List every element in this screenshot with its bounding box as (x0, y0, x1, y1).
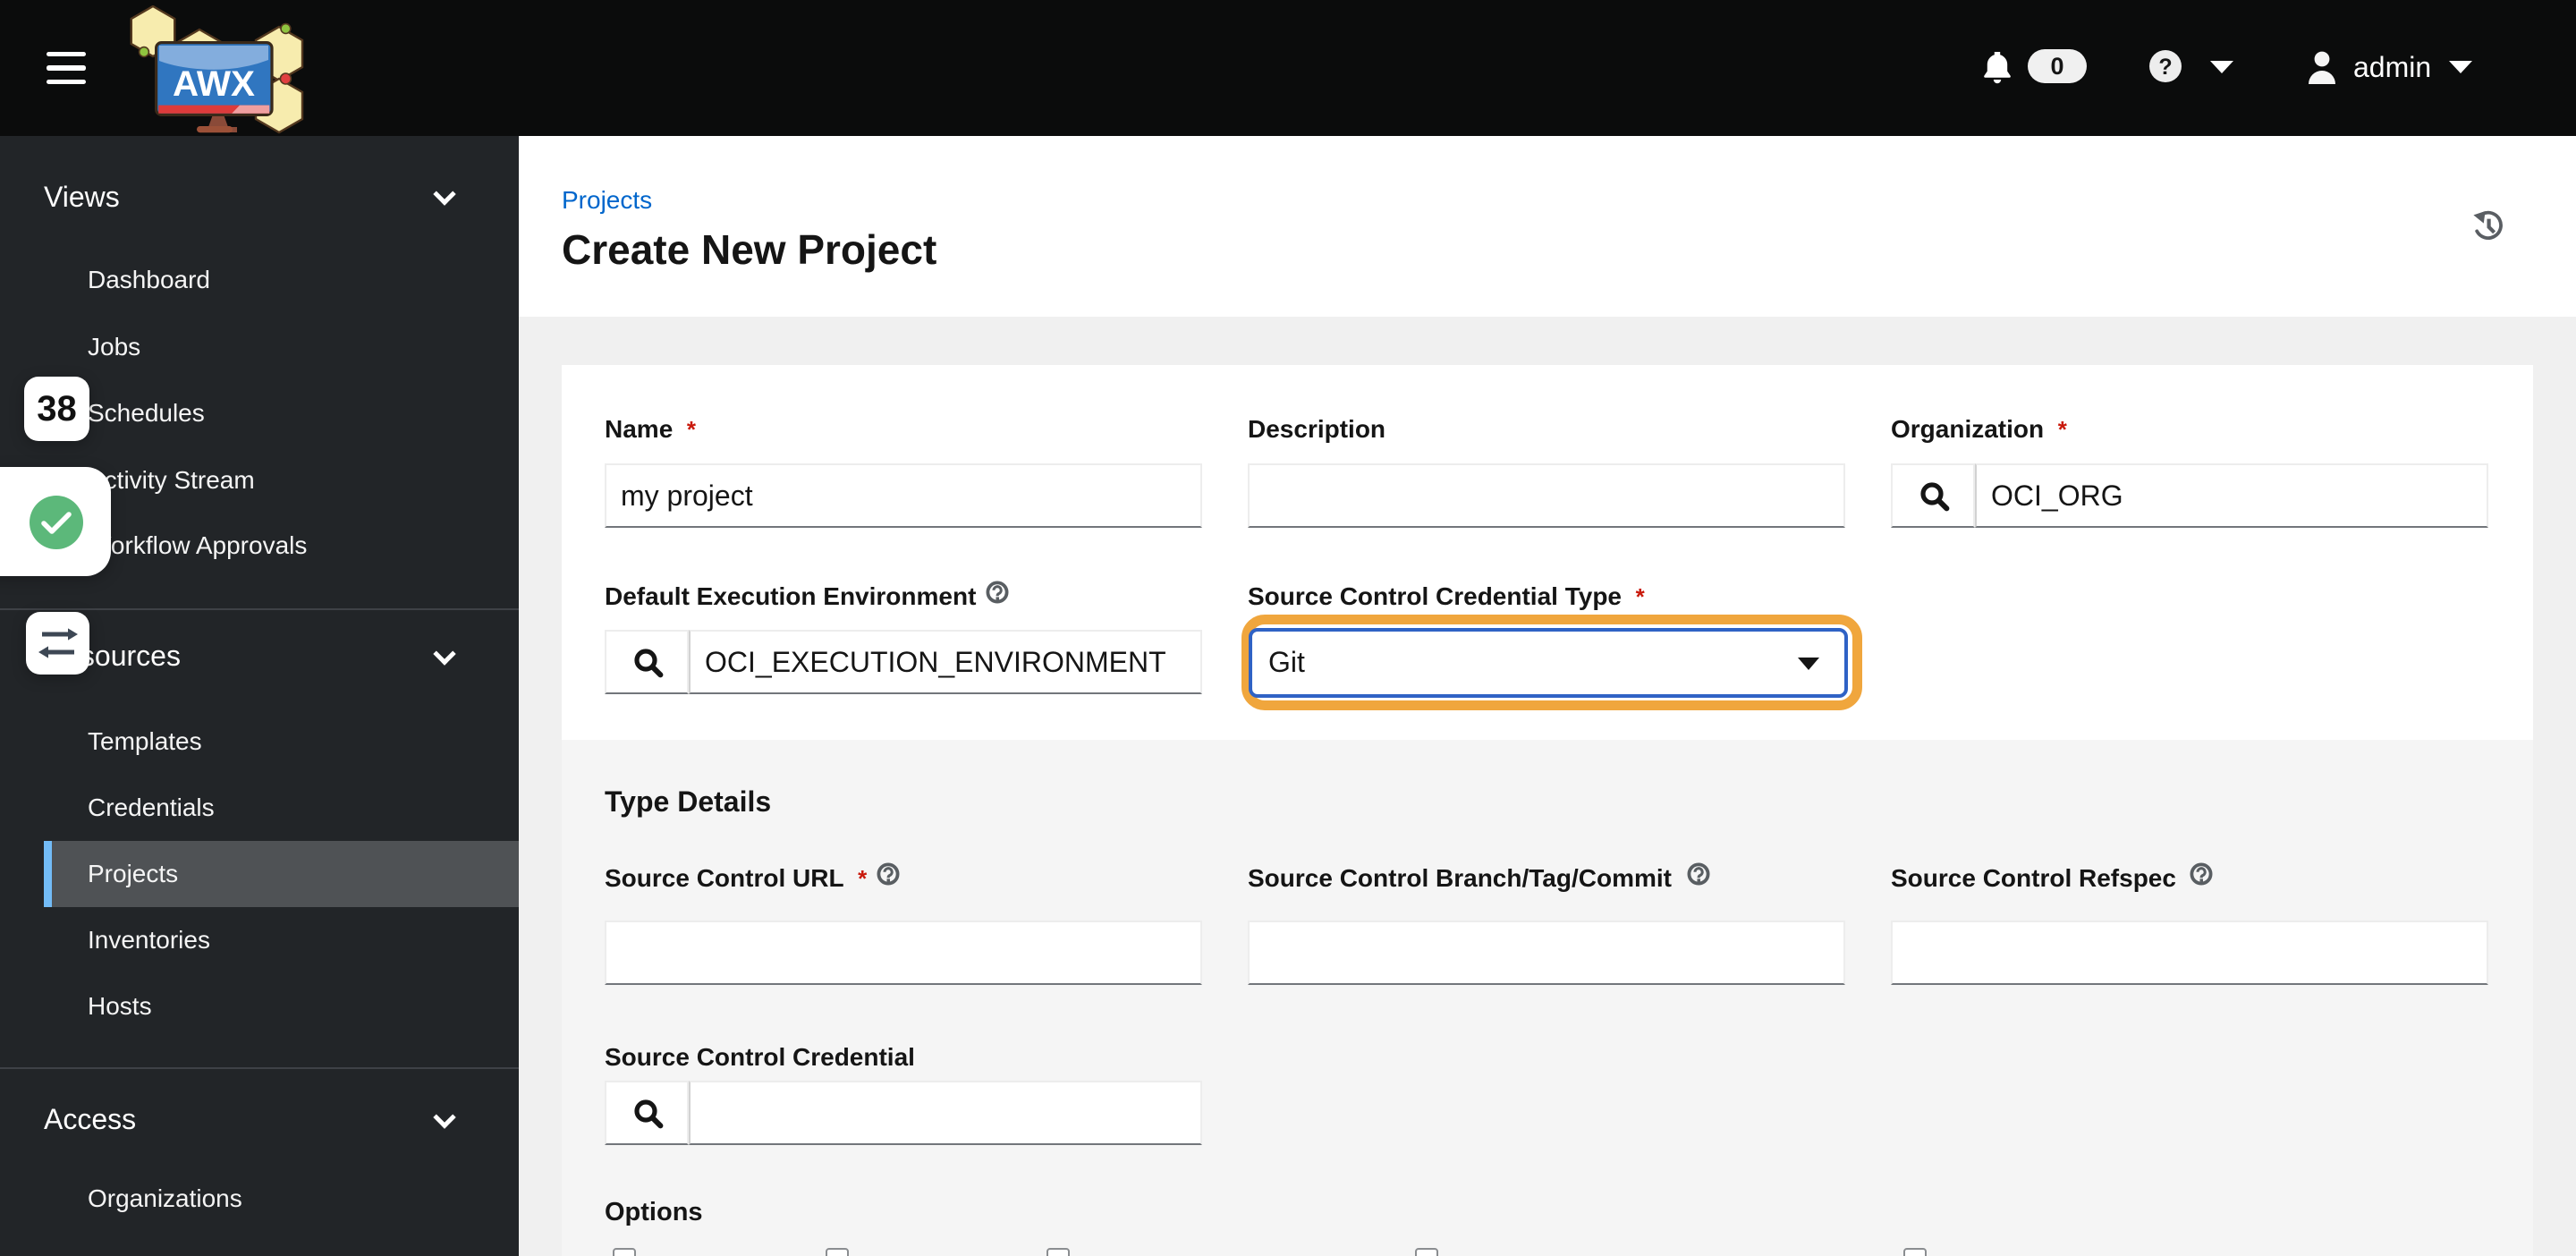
svg-text:?: ? (2158, 55, 2172, 80)
svg-text:AWX: AWX (173, 64, 255, 104)
